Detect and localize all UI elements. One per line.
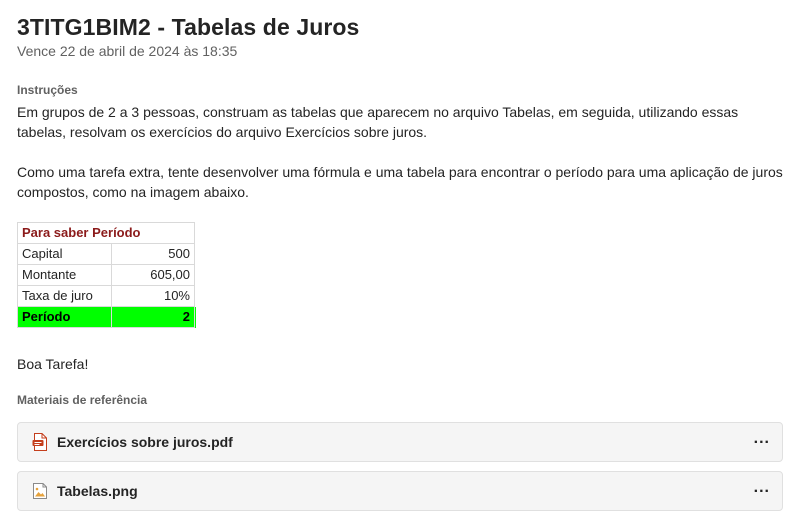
- sheet-row-label: Taxa de juro: [17, 285, 112, 307]
- sheet-row-value: 10%: [111, 285, 195, 307]
- sheet-header: Para saber Período: [17, 222, 195, 244]
- sheet-row: Taxa de juro 10%: [17, 285, 196, 307]
- references-label: Materiais de referência: [17, 393, 148, 407]
- instructions-label: Instruções: [17, 83, 78, 97]
- sheet-result-label: Período: [17, 306, 112, 328]
- sheet-row: Montante 605,00: [17, 264, 196, 286]
- reference-files: Exercícios sobre juros.pdf ... Tabelas.p…: [17, 422, 783, 511]
- image-file-icon: [32, 482, 48, 500]
- due-date: Vence 22 de abril de 2024 às 18:35: [17, 43, 238, 59]
- file-card-image[interactable]: Tabelas.png ...: [17, 471, 783, 511]
- more-options-button[interactable]: ...: [754, 431, 770, 450]
- file-card-pdf[interactable]: Exercícios sobre juros.pdf ...: [17, 422, 783, 462]
- file-name: Tabelas.png: [57, 483, 138, 499]
- sheet-result-value: 2: [111, 306, 195, 328]
- assignment-details: 3TITG1BIM2 - Tabelas de Juros Vence 22 d…: [17, 12, 783, 511]
- file-name: Exercícios sobre juros.pdf: [57, 434, 233, 450]
- more-options-button[interactable]: ...: [754, 480, 770, 499]
- pdf-file-icon: [32, 433, 48, 451]
- sheet-result-row: Período 2: [17, 306, 196, 328]
- sheet-header-row: Para saber Período: [17, 222, 196, 244]
- sheet-row-label: Montante: [17, 264, 112, 286]
- instructions-paragraph-2: Como uma tarefa extra, tente desenvolver…: [17, 164, 783, 200]
- sheet-row-value: 605,00: [111, 264, 195, 286]
- sheet-row: Capital 500: [17, 243, 196, 265]
- closing-text: Boa Tarefa!: [17, 356, 89, 372]
- assignment-title: 3TITG1BIM2 - Tabelas de Juros: [17, 14, 360, 40]
- sheet-row-value: 500: [111, 243, 195, 265]
- sheet-row-label: Capital: [17, 243, 112, 265]
- period-spreadsheet-image: Para saber Período Capital 500 Montante …: [17, 222, 196, 328]
- instructions-paragraph-1: Em grupos de 2 a 3 pessoas, construam as…: [17, 104, 739, 140]
